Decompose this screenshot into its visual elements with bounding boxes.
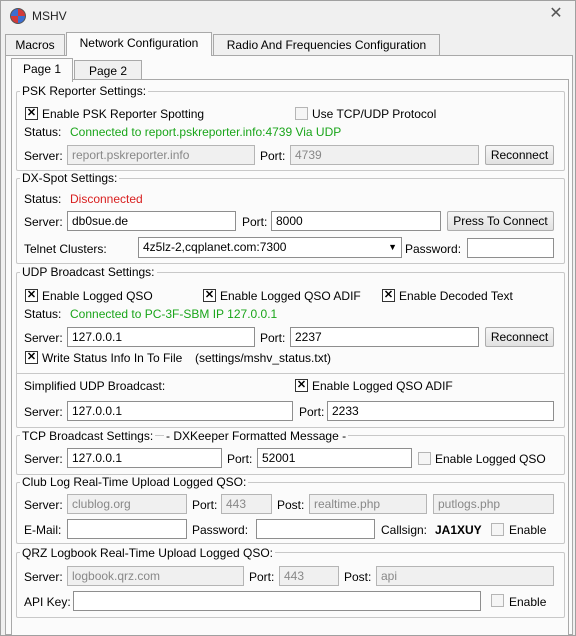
clublog-password-input[interactable]: [256, 519, 375, 539]
clublog-port-label: Port:: [192, 498, 218, 512]
qrz-title: QRZ Logbook Real-Time Upload Logged QSO:: [20, 546, 276, 560]
psk-server-label: Server:: [24, 149, 63, 163]
udp-decoded-checkbox[interactable]: ✕: [382, 289, 395, 302]
psk-enable-label: Enable PSK Reporter Spotting: [42, 107, 205, 121]
dx-status-value: Disconnected: [70, 192, 143, 206]
psk-reporter-title: PSK Reporter Settings:: [20, 84, 149, 98]
udp-decoded-label: Enable Decoded Text: [399, 289, 513, 303]
window-title: MSHV: [32, 9, 67, 23]
qrz-post-input[interactable]: api: [376, 566, 554, 586]
telnet-clusters-value: 4z5lz-2,cqplanet.com:7300: [143, 240, 287, 254]
simplified-adif-checkbox[interactable]: ✕: [295, 379, 308, 392]
dx-password-input[interactable]: [467, 238, 554, 258]
dx-connect-button[interactable]: Press To Connect: [447, 211, 554, 231]
simplified-server-label: Server:: [24, 405, 63, 419]
psk-enable-checkbox[interactable]: ✕: [25, 107, 38, 120]
udp-port-input[interactable]: 2237: [290, 327, 479, 347]
udp-reconnect-button[interactable]: Reconnect: [485, 327, 554, 347]
psk-port-label: Port:: [260, 149, 286, 163]
tcp-port-label: Port:: [227, 452, 253, 466]
qrz-post-label: Post:: [344, 570, 372, 584]
clublog-post-input[interactable]: realtime.php: [309, 494, 427, 514]
psk-tcp-label: Use TCP/UDP Protocol: [312, 107, 437, 121]
tcp-server-label: Server:: [24, 452, 63, 466]
udp-divider: [17, 373, 564, 374]
clublog-title: Club Log Real-Time Upload Logged QSO:: [20, 475, 249, 489]
dx-server-label: Server:: [24, 215, 63, 229]
clublog-enable-label: Enable: [509, 523, 547, 537]
clublog-server-input[interactable]: clublog.org: [67, 494, 187, 514]
clublog-enable-checkbox[interactable]: [491, 523, 504, 536]
clublog-port-input[interactable]: 443: [221, 494, 272, 514]
tcp-enable-checkbox[interactable]: [418, 452, 431, 465]
qrz-apikey-label: API Key:: [24, 595, 71, 609]
psk-server-input[interactable]: report.pskreporter.info: [67, 145, 255, 165]
dx-port-input[interactable]: 8000: [271, 211, 441, 231]
write-status-path: (settings/mshv_status.txt): [195, 351, 332, 365]
psk-port-input[interactable]: 4739: [290, 145, 479, 165]
clublog-callsign-value: JA1XUY: [435, 523, 482, 537]
udp-port-label: Port:: [260, 331, 286, 345]
simplified-adif-label: Enable Logged QSO ADIF: [312, 379, 453, 393]
qrz-server-label: Server:: [24, 570, 63, 584]
udp-logged-qso-checkbox[interactable]: ✕: [25, 289, 38, 302]
dx-port-label: Port:: [242, 215, 268, 229]
write-status-checkbox[interactable]: ✕: [25, 351, 38, 364]
tcp-server-input[interactable]: 127.0.0.1: [67, 448, 222, 468]
tab-macros[interactable]: Macros: [5, 34, 65, 56]
simplified-server-input[interactable]: 127.0.0.1: [67, 401, 293, 421]
udp-broadcast-title: UDP Broadcast Settings:: [20, 265, 157, 279]
tcp-broadcast-title: TCP Broadcast Settings:: [20, 429, 156, 443]
settings-window: MSHV ✕ Macros Network Configuration Radi…: [0, 0, 576, 636]
write-status-label: Write Status Info In To File: [42, 351, 183, 365]
qrz-enable-label: Enable: [509, 595, 547, 609]
title-bar: MSHV ✕: [1, 1, 575, 31]
udp-status-label: Status:: [24, 307, 62, 321]
udp-logged-adif-checkbox[interactable]: ✕: [203, 289, 216, 302]
udp-status-value: Connected to PC-3F-SBM IP 127.0.0.1: [70, 307, 278, 321]
psk-reconnect-button[interactable]: Reconnect: [485, 145, 554, 165]
udp-server-input[interactable]: 127.0.0.1: [67, 327, 255, 347]
dx-spot-title: DX-Spot Settings:: [20, 171, 120, 185]
udp-server-label: Server:: [24, 331, 63, 345]
dx-password-label: Password:: [405, 242, 462, 256]
psk-status-label: Status:: [24, 125, 62, 139]
tcp-broadcast-subtitle: - DXKeeper Formatted Message -: [164, 429, 349, 443]
simplified-udp-label: Simplified UDP Broadcast:: [24, 379, 166, 393]
clublog-server-label: Server:: [24, 498, 63, 512]
dx-status-label: Status:: [24, 192, 62, 206]
subtab-page-1[interactable]: Page 1: [11, 58, 73, 82]
psk-tcp-checkbox[interactable]: [295, 107, 308, 120]
tcp-enable-label: Enable Logged QSO: [435, 452, 546, 466]
qrz-apikey-input[interactable]: [73, 591, 481, 611]
telnet-clusters-label: Telnet Clusters:: [24, 242, 107, 256]
dx-server-input[interactable]: db0sue.de: [67, 211, 236, 231]
qrz-server-input[interactable]: logbook.qrz.com: [67, 566, 244, 586]
udp-logged-adif-label: Enable Logged QSO ADIF: [220, 289, 361, 303]
tab-radio-frequencies[interactable]: Radio And Frequencies Configuration: [213, 34, 440, 56]
telnet-clusters-select[interactable]: 4z5lz-2,cqplanet.com:7300 ▼: [138, 237, 402, 258]
chevron-down-icon: ▼: [388, 242, 397, 252]
psk-status-value: Connected to report.pskreporter.info:473…: [70, 125, 342, 139]
simplified-port-input[interactable]: 2233: [327, 401, 554, 421]
clublog-email-label: E-Mail:: [24, 523, 62, 537]
qrz-port-label: Port:: [249, 570, 275, 584]
clublog-post2-input[interactable]: putlogs.php: [433, 494, 554, 514]
app-logo-icon: [10, 8, 26, 24]
clublog-callsign-label: Callsign:: [381, 523, 428, 537]
tcp-port-input[interactable]: 52001: [257, 448, 412, 468]
qrz-enable-checkbox[interactable]: [491, 594, 504, 607]
clublog-password-label: Password:: [192, 523, 249, 537]
simplified-port-label: Port:: [299, 405, 325, 419]
clublog-email-input[interactable]: [67, 519, 187, 539]
clublog-post-label: Post:: [277, 498, 305, 512]
tab-network-configuration[interactable]: Network Configuration: [66, 32, 212, 56]
qrz-port-input[interactable]: 443: [279, 566, 339, 586]
close-icon[interactable]: ✕: [547, 5, 565, 23]
udp-logged-qso-label: Enable Logged QSO: [42, 289, 153, 303]
